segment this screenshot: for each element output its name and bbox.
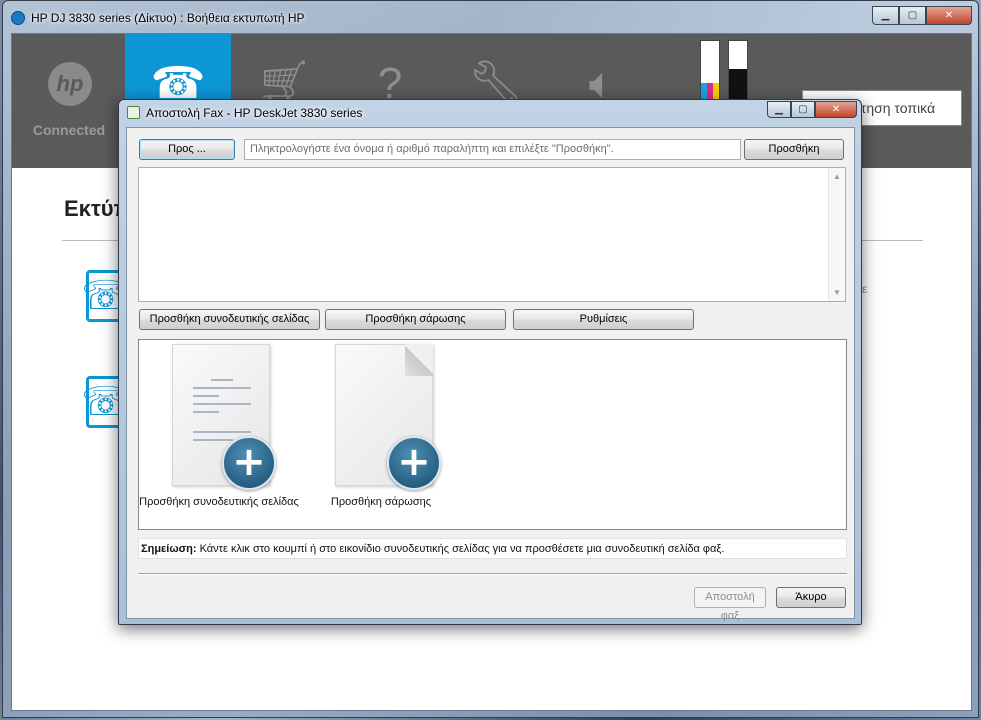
ink-levels[interactable] — [700, 40, 750, 104]
fax-dialog-body: Προς ... Πληκτρολογήστε ένα όνομα ή αριθ… — [126, 127, 855, 622]
send-fax-dialog: Αποστολή Fax - HP DeskJet 3830 series ▁ … — [118, 99, 862, 625]
recipient-list-scrollbar[interactable]: ▲ ▼ — [828, 168, 845, 301]
add-cover-page-button[interactable]: Προσθήκη συνοδευτικής σελίδας — [139, 309, 320, 330]
fax-dialog-controls: ▁ ▢ ✕ — [767, 101, 857, 118]
fax-maximize-button[interactable]: ▢ — [791, 101, 815, 118]
recipient-list[interactable]: ▲ ▼ — [138, 167, 846, 302]
recipient-input[interactable]: Πληκτρολογήστε ένα όνομα ή αριθμό παραλή… — [244, 139, 741, 160]
side-text: ε — [862, 282, 868, 296]
add-plus-icon: + — [222, 436, 276, 490]
fax-dialog-title-bar[interactable]: Αποστολή Fax - HP DeskJet 3830 series ▁ … — [119, 100, 861, 124]
fax-minimize-button[interactable]: ▁ — [767, 101, 791, 118]
fax-close-button[interactable]: ✕ — [815, 101, 857, 118]
scan-caption: Προσθήκη σάρωσης — [330, 496, 432, 508]
note-bar: Σημείωση: Κάντε κλικ στο κουμπί ή στο ει… — [138, 538, 847, 559]
cancel-button[interactable]: Άκυρο — [776, 587, 846, 608]
minimize-icon: ▁ — [775, 104, 783, 115]
main-title-bar[interactable]: HP DJ 3830 series (Δίκτυο) : Βοήθεια εκτ… — [3, 1, 978, 33]
add-recipient-button[interactable]: Προσθήκη — [744, 139, 844, 160]
minimize-icon: ▁ — [881, 10, 890, 21]
main-window-title: HP DJ 3830 series (Δίκτυο) : Βοήθεια εκτ… — [31, 11, 305, 25]
note-text: Κάντε κλικ στο κουμπί ή στο εικονίδιο συ… — [196, 543, 725, 555]
footer-divider — [138, 573, 847, 575]
minimize-button[interactable]: ▁ — [872, 6, 899, 25]
scroll-down-icon[interactable]: ▼ — [829, 284, 845, 301]
close-icon: ✕ — [831, 104, 841, 115]
attachments-panel: + Προσθήκη συνοδευτικής σελίδας + Προσθή… — [138, 339, 847, 530]
hp-logo-icon: hp — [48, 62, 92, 106]
hp-home-button[interactable]: hp Connected — [16, 34, 122, 168]
cover-page-caption: Προσθήκη συνοδευτικής σελίδας — [139, 496, 299, 508]
black-ink-level — [728, 40, 748, 104]
settings-button[interactable]: Ρυθμίσεις — [513, 309, 694, 330]
add-scan-tile[interactable]: + Προσθήκη σάρωσης — [301, 344, 461, 514]
color-ink-level — [700, 40, 720, 104]
add-cover-page-tile[interactable]: + Προσθήκη συνοδευτικής σελίδας — [139, 344, 299, 514]
maximize-button[interactable]: ▢ — [899, 6, 926, 25]
connection-status: Connected — [32, 122, 106, 138]
send-fax-button[interactable]: Αποστολή φαξ — [694, 587, 766, 622]
fax-dialog-icon — [127, 106, 140, 119]
maximize-icon: ▢ — [798, 104, 808, 115]
maximize-icon: ▢ — [907, 10, 918, 21]
scroll-up-icon[interactable]: ▲ — [829, 168, 845, 185]
hp-app-icon — [11, 11, 25, 25]
close-icon: ✕ — [944, 10, 954, 21]
to-button[interactable]: Προς ... — [139, 139, 235, 160]
close-button[interactable]: ✕ — [926, 6, 972, 25]
note-label: Σημείωση: — [141, 543, 197, 555]
add-scan-button[interactable]: Προσθήκη σάρωσης — [325, 309, 506, 330]
add-plus-icon: + — [387, 436, 441, 490]
main-window-controls: ▁ ▢ ✕ — [872, 6, 972, 25]
fax-dialog-title: Αποστολή Fax - HP DeskJet 3830 series — [146, 106, 363, 120]
